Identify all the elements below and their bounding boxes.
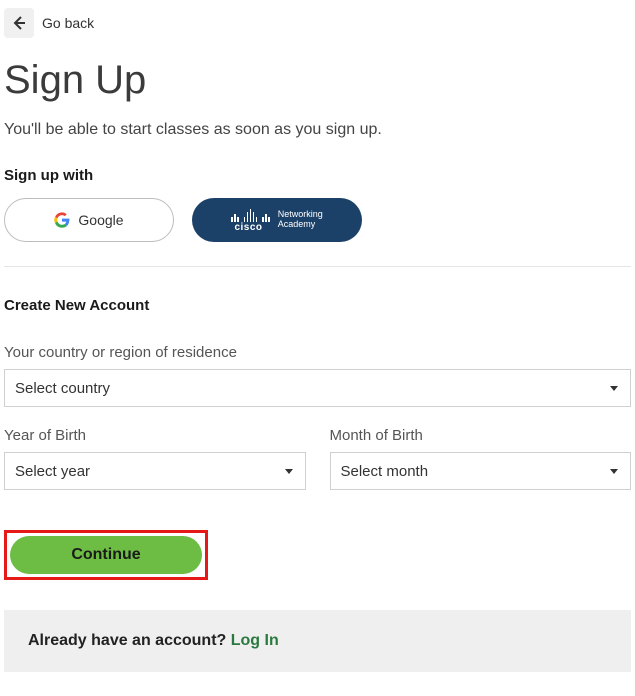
year-select[interactable]: Select year bbox=[4, 452, 306, 490]
year-label: Year of Birth bbox=[4, 427, 306, 444]
arrow-left-icon bbox=[4, 8, 34, 38]
divider bbox=[4, 266, 631, 267]
social-signup-row: Google cisco Networking Academy bbox=[4, 198, 631, 242]
google-icon bbox=[54, 212, 70, 228]
page-title: Sign Up bbox=[4, 58, 631, 103]
already-text: Already have an account? bbox=[28, 632, 231, 649]
month-select[interactable]: Select month bbox=[330, 452, 632, 490]
continue-button[interactable]: Continue bbox=[10, 536, 202, 574]
month-value: Select month bbox=[341, 463, 429, 480]
cisco-brand-text: cisco bbox=[234, 223, 262, 233]
signup-with-label: Sign up with bbox=[4, 167, 631, 184]
page-subtitle: You'll be able to start classes as soon … bbox=[4, 121, 631, 139]
login-link[interactable]: Log In bbox=[231, 632, 279, 649]
create-account-heading: Create New Account bbox=[4, 297, 631, 314]
go-back-button[interactable]: Go back bbox=[4, 8, 94, 38]
cisco-signup-button[interactable]: cisco Networking Academy bbox=[192, 198, 362, 242]
google-signup-button[interactable]: Google bbox=[4, 198, 174, 242]
cisco-bars-icon bbox=[231, 208, 270, 222]
country-value: Select country bbox=[15, 380, 110, 397]
cisco-logo: cisco Networking Academy bbox=[231, 208, 323, 233]
google-label: Google bbox=[78, 212, 123, 228]
month-label: Month of Birth bbox=[330, 427, 632, 444]
already-have-account: Already have an account? Log In bbox=[4, 610, 631, 672]
year-value: Select year bbox=[15, 463, 90, 480]
continue-highlight: Continue bbox=[4, 530, 208, 580]
cisco-academy-text: Academy bbox=[278, 220, 323, 230]
country-label: Your country or region of residence bbox=[4, 344, 631, 361]
go-back-label: Go back bbox=[42, 15, 94, 31]
country-select[interactable]: Select country bbox=[4, 369, 631, 407]
